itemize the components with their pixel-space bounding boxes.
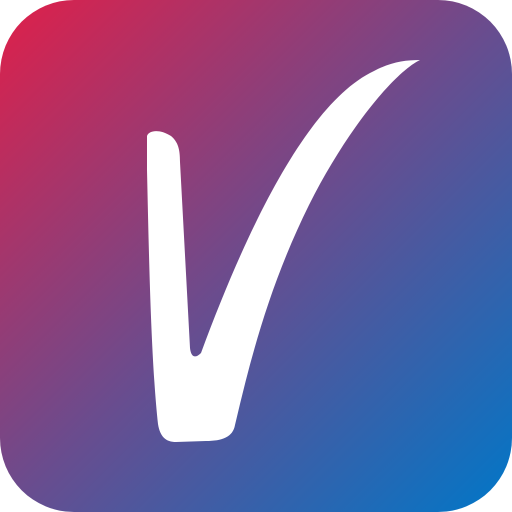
app-icon-svg	[0, 0, 512, 512]
app-icon	[0, 0, 512, 512]
